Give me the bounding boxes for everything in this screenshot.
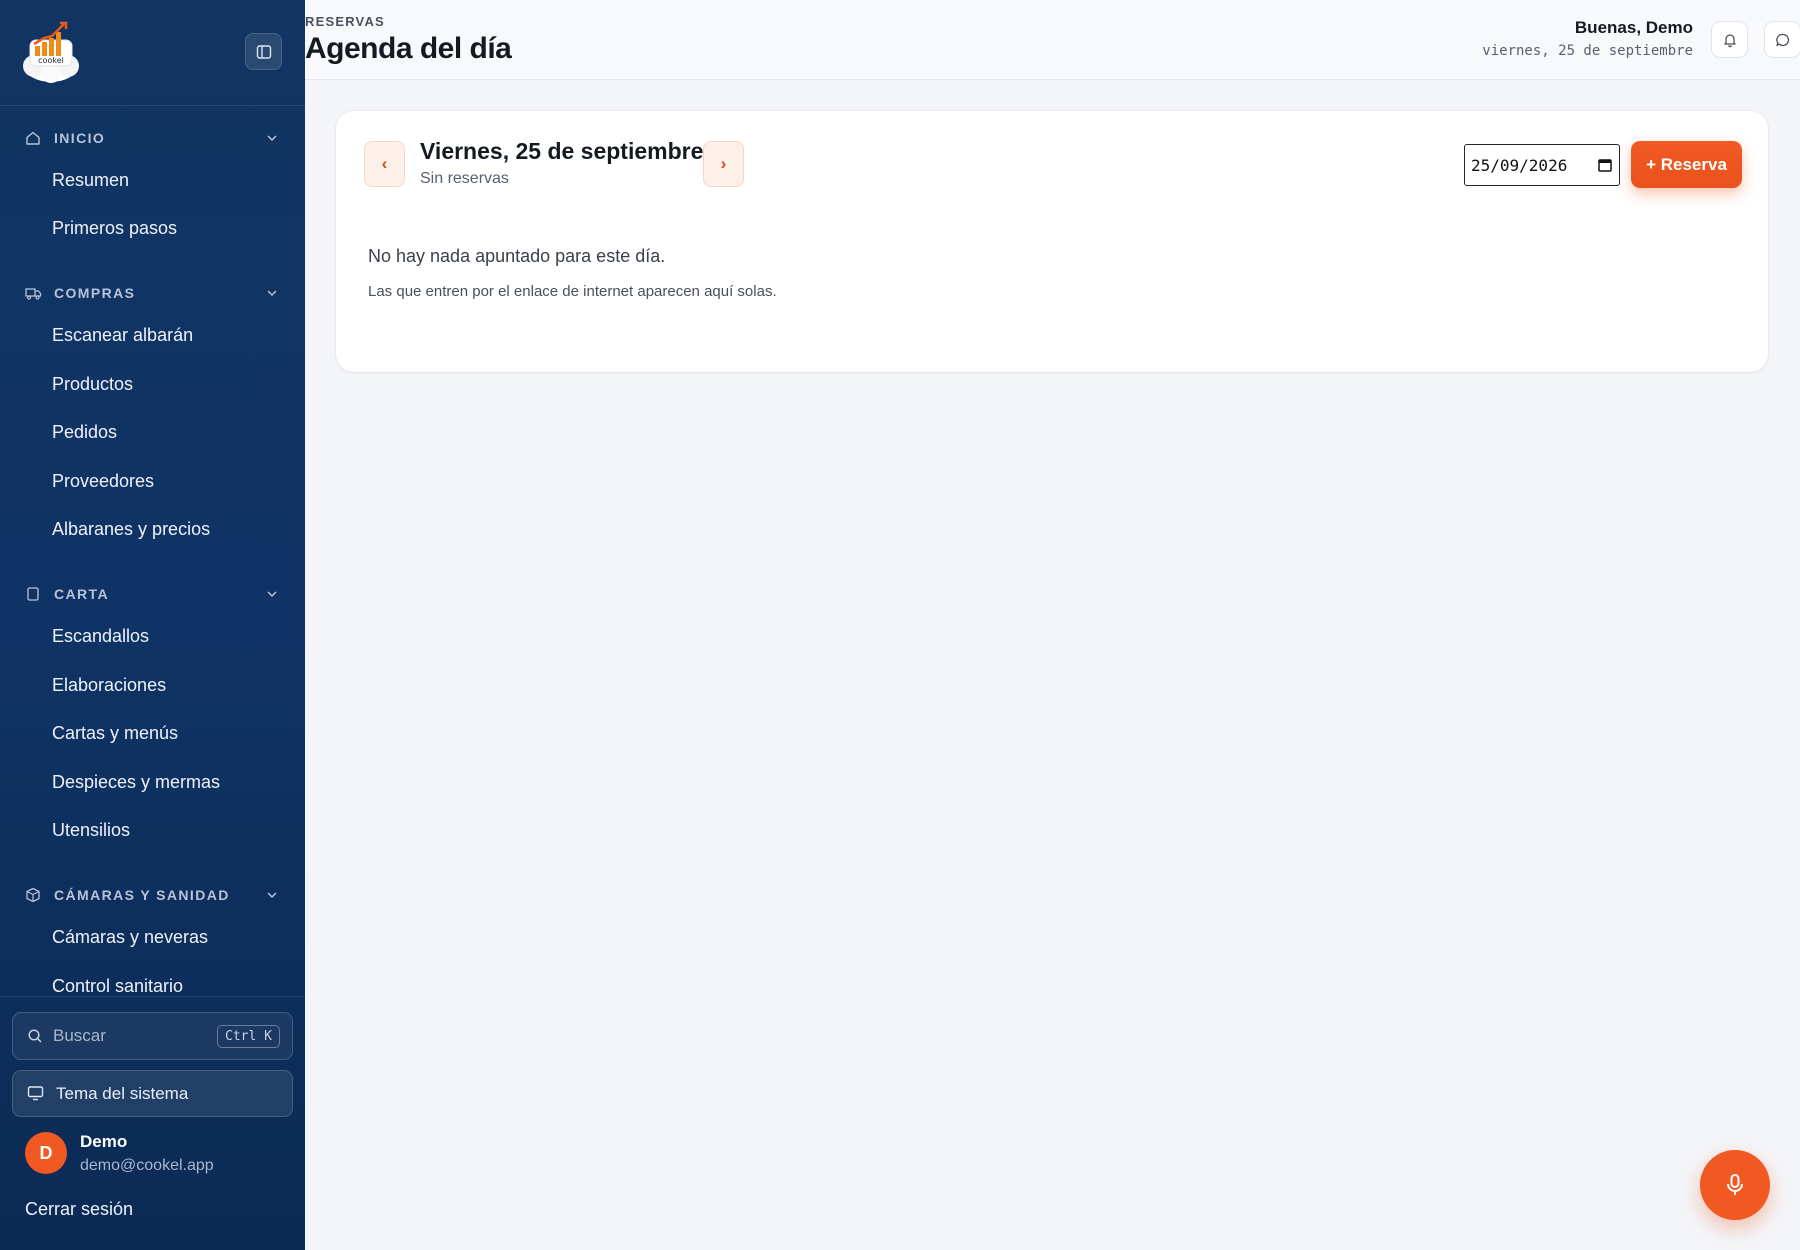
sidebar-item-elaboraciones[interactable]: Elaboraciones [0, 661, 305, 710]
empty-state-title: No hay nada apuntado para este día. [368, 246, 666, 266]
chevron-down-icon [266, 286, 280, 300]
section-label: INICIO [54, 130, 106, 146]
message-circle-icon [1775, 33, 1789, 46]
agenda-card: ‹ Viernes, 25 de septiembre Sin reservas… [336, 111, 1768, 372]
new-reservation-button[interactable]: + Reserva [1631, 141, 1742, 188]
box-icon [25, 887, 42, 904]
date-picker-value: 25/09/2026 [1471, 155, 1568, 175]
day-title: Viernes, 25 de septiembre [420, 138, 704, 164]
chevron-down-icon [266, 131, 280, 145]
chat-button[interactable] [1764, 21, 1800, 58]
sidebar-nav: INICIO Resumen Primeros pasos COMPRAS Es… [0, 120, 305, 995]
sidebar-item-escandallos[interactable]: Escandallos [0, 612, 305, 661]
voice-assistant-button[interactable] [1700, 1150, 1770, 1220]
sidebar-collapse-button[interactable] [245, 33, 282, 70]
day-subtitle: Sin reservas [420, 170, 509, 187]
search-placeholder: Buscar [53, 1026, 106, 1045]
sidebar: cookel INICIO Resumen Primeros pasos COM… [0, 0, 305, 1250]
notifications-button[interactable] [1711, 21, 1748, 58]
section-label: CÁMARAS Y SANIDAD [54, 887, 230, 904]
sidebar-item-cartas-y-menus[interactable]: Cartas y menús [0, 709, 305, 758]
next-day-button[interactable]: › [703, 141, 744, 187]
sidebar-search[interactable]: Buscar Ctrl K [12, 1012, 293, 1060]
monitor-icon [27, 1085, 45, 1103]
panel-left-icon [256, 44, 271, 59]
chevron-down-icon [266, 888, 280, 902]
header-date: viernes, 25 de septiembre [1482, 43, 1693, 59]
greeting: Buenas, Demo [1574, 18, 1693, 37]
bell-icon [1723, 33, 1736, 47]
section-inicio[interactable]: INICIO [0, 120, 305, 156]
section-label: CARTA [54, 586, 109, 603]
sidebar-item-control-sanitario[interactable]: Control sanitario [0, 962, 305, 995]
sidebar-item-utensilios[interactable]: Utensilios [0, 807, 305, 856]
cookel-logo[interactable]: cookel [22, 18, 80, 84]
calendar-icon[interactable] [1597, 157, 1613, 173]
sidebar-item-pedidos[interactable]: Pedidos [0, 408, 305, 457]
sidebar-item-proveedores[interactable]: Proveedores [0, 457, 305, 506]
user-email: demo@cookel.app [80, 1156, 214, 1174]
section-compras[interactable]: COMPRAS [0, 275, 305, 311]
user-profile[interactable]: D Demo demo@cookel.app [25, 1124, 295, 1182]
sidebar-divider [0, 996, 305, 997]
sidebar-divider [0, 105, 305, 106]
chevron-down-icon [266, 587, 280, 601]
search-shortcut-badge: Ctrl K [217, 1024, 280, 1048]
page-title: Agenda del día [305, 32, 512, 65]
section-carta[interactable]: CARTA [0, 576, 305, 612]
section-label: COMPRAS [54, 285, 136, 302]
page-eyebrow: RESERVAS [305, 14, 385, 29]
search-icon [27, 1028, 43, 1044]
sidebar-item-productos[interactable]: Productos [0, 360, 305, 409]
book-icon [25, 586, 42, 603]
date-picker-input[interactable]: 25/09/2026 [1464, 144, 1620, 186]
user-name: Demo [80, 1131, 128, 1151]
home-icon [25, 130, 42, 147]
previous-day-button[interactable]: ‹ [364, 141, 405, 187]
sidebar-item-camaras-y-neveras[interactable]: Cámaras y neveras [0, 913, 305, 962]
section-camaras-y-sanidad[interactable]: CÁMARAS Y SANIDAD [0, 877, 305, 913]
sidebar-item-escanear-albaran[interactable]: Escanear albarán [0, 311, 305, 360]
sidebar-item-albaranes-y-precios[interactable]: Albaranes y precios [0, 506, 305, 555]
logout-button[interactable]: Cerrar sesión [25, 1199, 133, 1220]
theme-toggle-button[interactable]: Tema del sistema [12, 1070, 293, 1117]
topbar: RESERVAS Agenda del día Buenas, Demo vie… [305, 0, 1800, 80]
truck-icon [25, 285, 42, 302]
logo-wordmark: cookel [38, 56, 64, 65]
sidebar-item-despieces-y-mermas[interactable]: Despieces y mermas [0, 758, 305, 807]
empty-state-hint: Las que entren por el enlace de internet… [368, 283, 777, 300]
app: cookel INICIO Resumen Primeros pasos COM… [0, 0, 1800, 1250]
theme-label: Tema del sistema [56, 1083, 189, 1103]
sidebar-item-primeros-pasos[interactable]: Primeros pasos [0, 205, 305, 254]
microphone-icon [1727, 1174, 1743, 1195]
avatar: D [25, 1132, 67, 1174]
sidebar-item-resumen[interactable]: Resumen [0, 156, 305, 205]
